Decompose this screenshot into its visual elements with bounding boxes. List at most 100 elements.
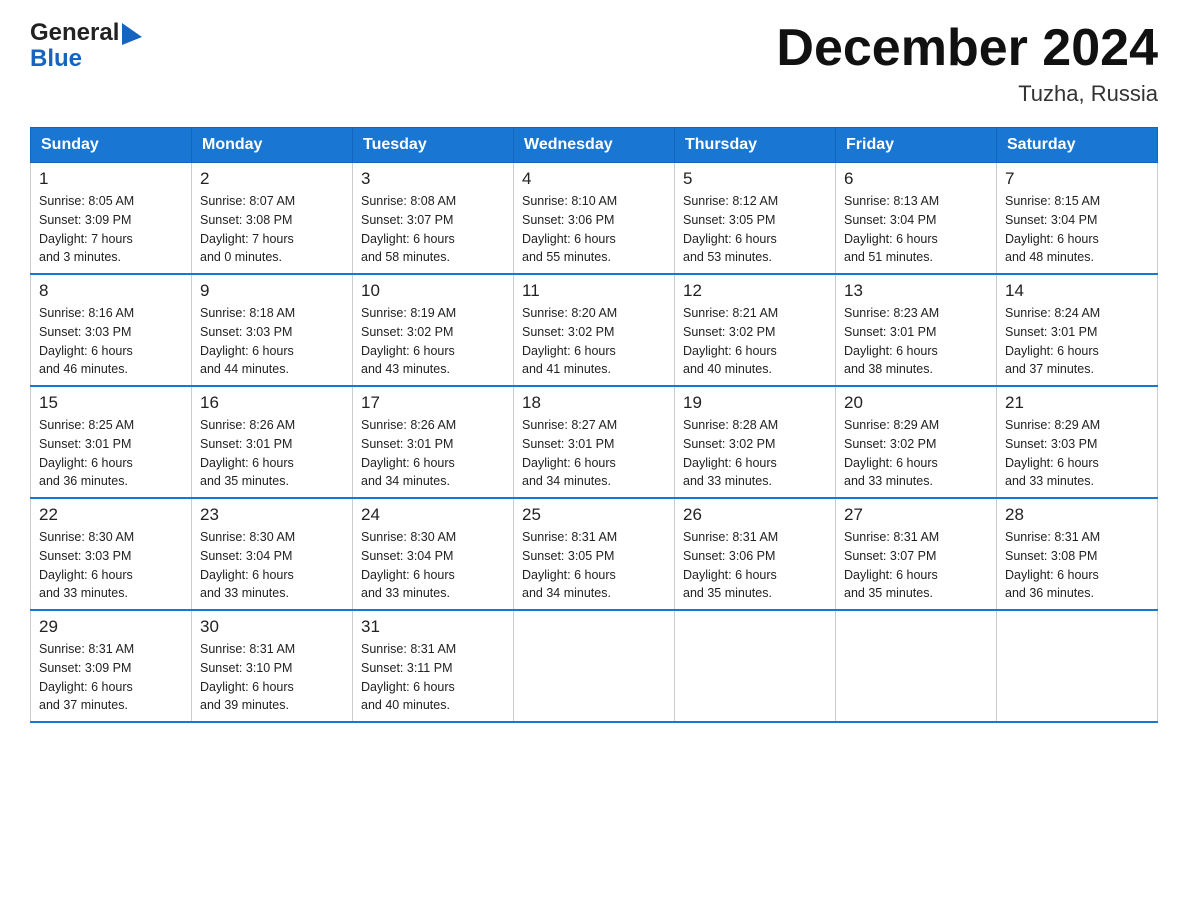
logo-triangle-icon [122, 23, 144, 45]
day-number: 30 [200, 617, 344, 637]
day-info: Sunrise: 8:31 AM Sunset: 3:07 PM Dayligh… [844, 528, 988, 603]
empty-cell [836, 610, 997, 722]
day-info: Sunrise: 8:23 AM Sunset: 3:01 PM Dayligh… [844, 304, 988, 379]
week-row-1: 1 Sunrise: 8:05 AM Sunset: 3:09 PM Daylig… [31, 163, 1158, 275]
day-cell-17: 17 Sunrise: 8:26 AM Sunset: 3:01 PM Dayli… [353, 386, 514, 498]
day-cell-3: 3 Sunrise: 8:08 AM Sunset: 3:07 PM Daylig… [353, 163, 514, 275]
day-info: Sunrise: 8:31 AM Sunset: 3:11 PM Dayligh… [361, 640, 505, 715]
day-number: 4 [522, 169, 666, 189]
week-row-3: 15Sunrise: 8:25 AM Sunset: 3:01 PM Dayli… [31, 386, 1158, 498]
header-friday: Friday [836, 128, 997, 163]
day-cell-14: 14Sunrise: 8:24 AM Sunset: 3:01 PM Dayli… [997, 274, 1158, 386]
day-cell-30: 30 Sunrise: 8:31 AM Sunset: 3:10 PM Dayli… [192, 610, 353, 722]
day-number: 10 [361, 281, 505, 301]
day-cell-25: 25 Sunrise: 8:31 AM Sunset: 3:05 PM Dayli… [514, 498, 675, 610]
day-cell-5: 5 Sunrise: 8:12 AM Sunset: 3:05 PM Daylig… [675, 163, 836, 275]
day-info: Sunrise: 8:30 AM Sunset: 3:04 PM Dayligh… [200, 528, 344, 603]
day-number: 24 [361, 505, 505, 525]
day-cell-15: 15Sunrise: 8:25 AM Sunset: 3:01 PM Dayli… [31, 386, 192, 498]
calendar-table: SundayMondayTuesdayWednesdayThursdayFrid… [30, 127, 1158, 723]
day-info: Sunrise: 8:31 AM Sunset: 3:10 PM Dayligh… [200, 640, 344, 715]
day-info: Sunrise: 8:13 AM Sunset: 3:04 PM Dayligh… [844, 192, 988, 267]
day-cell-23: 23 Sunrise: 8:30 AM Sunset: 3:04 PM Dayli… [192, 498, 353, 610]
day-info: Sunrise: 8:15 AM Sunset: 3:04 PM Dayligh… [1005, 192, 1149, 267]
day-info: Sunrise: 8:07 AM Sunset: 3:08 PM Dayligh… [200, 192, 344, 267]
header-sunday: Sunday [31, 128, 192, 163]
day-number: 16 [200, 393, 344, 413]
week-row-5: 29Sunrise: 8:31 AM Sunset: 3:09 PM Dayli… [31, 610, 1158, 722]
day-cell-6: 6Sunrise: 8:13 AM Sunset: 3:04 PM Daylig… [836, 163, 997, 275]
day-number: 21 [1005, 393, 1149, 413]
logo-line1: General [30, 20, 119, 46]
day-info: Sunrise: 8:05 AM Sunset: 3:09 PM Dayligh… [39, 192, 183, 267]
week-row-4: 22 Sunrise: 8:30 AM Sunset: 3:03 PM Dayli… [31, 498, 1158, 610]
day-info: Sunrise: 8:20 AM Sunset: 3:02 PM Dayligh… [522, 304, 666, 379]
day-cell-8: 8 Sunrise: 8:16 AM Sunset: 3:03 PM Daylig… [31, 274, 192, 386]
day-cell-31: 31 Sunrise: 8:31 AM Sunset: 3:11 PM Dayli… [353, 610, 514, 722]
day-number: 14 [1005, 281, 1149, 301]
day-cell-26: 26 Sunrise: 8:31 AM Sunset: 3:06 PM Dayli… [675, 498, 836, 610]
day-number: 2 [200, 169, 344, 189]
day-number: 7 [1005, 169, 1149, 189]
day-cell-19: 19 Sunrise: 8:28 AM Sunset: 3:02 PM Dayli… [675, 386, 836, 498]
empty-cell [514, 610, 675, 722]
day-number: 22 [39, 505, 183, 525]
day-number: 23 [200, 505, 344, 525]
day-info: Sunrise: 8:29 AM Sunset: 3:03 PM Dayligh… [1005, 416, 1149, 491]
logo: General Blue [30, 20, 144, 73]
day-number: 12 [683, 281, 827, 301]
day-number: 8 [39, 281, 183, 301]
day-info: Sunrise: 8:26 AM Sunset: 3:01 PM Dayligh… [361, 416, 505, 491]
location: Tuzha, Russia [776, 81, 1158, 107]
day-info: Sunrise: 8:12 AM Sunset: 3:05 PM Dayligh… [683, 192, 827, 267]
day-info: Sunrise: 8:31 AM Sunset: 3:05 PM Dayligh… [522, 528, 666, 603]
day-cell-21: 21 Sunrise: 8:29 AM Sunset: 3:03 PM Dayli… [997, 386, 1158, 498]
day-info: Sunrise: 8:10 AM Sunset: 3:06 PM Dayligh… [522, 192, 666, 267]
day-cell-22: 22 Sunrise: 8:30 AM Sunset: 3:03 PM Dayli… [31, 498, 192, 610]
day-cell-18: 18Sunrise: 8:27 AM Sunset: 3:01 PM Dayli… [514, 386, 675, 498]
day-cell-24: 24 Sunrise: 8:30 AM Sunset: 3:04 PM Dayli… [353, 498, 514, 610]
day-info: Sunrise: 8:30 AM Sunset: 3:03 PM Dayligh… [39, 528, 183, 603]
day-info: Sunrise: 8:26 AM Sunset: 3:01 PM Dayligh… [200, 416, 344, 491]
day-cell-4: 4 Sunrise: 8:10 AM Sunset: 3:06 PM Daylig… [514, 163, 675, 275]
day-number: 5 [683, 169, 827, 189]
day-info: Sunrise: 8:29 AM Sunset: 3:02 PM Dayligh… [844, 416, 988, 491]
day-cell-11: 11Sunrise: 8:20 AM Sunset: 3:02 PM Dayli… [514, 274, 675, 386]
day-info: Sunrise: 8:08 AM Sunset: 3:07 PM Dayligh… [361, 192, 505, 267]
day-info: Sunrise: 8:30 AM Sunset: 3:04 PM Dayligh… [361, 528, 505, 603]
day-number: 31 [361, 617, 505, 637]
day-number: 17 [361, 393, 505, 413]
day-cell-13: 13Sunrise: 8:23 AM Sunset: 3:01 PM Dayli… [836, 274, 997, 386]
day-cell-27: 27Sunrise: 8:31 AM Sunset: 3:07 PM Dayli… [836, 498, 997, 610]
header-row: SundayMondayTuesdayWednesdayThursdayFrid… [31, 128, 1158, 163]
day-cell-12: 12 Sunrise: 8:21 AM Sunset: 3:02 PM Dayli… [675, 274, 836, 386]
day-number: 25 [522, 505, 666, 525]
day-cell-1: 1 Sunrise: 8:05 AM Sunset: 3:09 PM Daylig… [31, 163, 192, 275]
day-info: Sunrise: 8:27 AM Sunset: 3:01 PM Dayligh… [522, 416, 666, 491]
day-number: 20 [844, 393, 988, 413]
day-info: Sunrise: 8:28 AM Sunset: 3:02 PM Dayligh… [683, 416, 827, 491]
page-header: General Blue December 2024 Tuzha, Russia [30, 20, 1158, 107]
day-info: Sunrise: 8:19 AM Sunset: 3:02 PM Dayligh… [361, 304, 505, 379]
day-number: 26 [683, 505, 827, 525]
day-info: Sunrise: 8:31 AM Sunset: 3:06 PM Dayligh… [683, 528, 827, 603]
day-number: 9 [200, 281, 344, 301]
day-info: Sunrise: 8:25 AM Sunset: 3:01 PM Dayligh… [39, 416, 183, 491]
empty-cell [997, 610, 1158, 722]
header-saturday: Saturday [997, 128, 1158, 163]
day-cell-7: 7 Sunrise: 8:15 AM Sunset: 3:04 PM Daylig… [997, 163, 1158, 275]
day-cell-29: 29Sunrise: 8:31 AM Sunset: 3:09 PM Dayli… [31, 610, 192, 722]
day-info: Sunrise: 8:16 AM Sunset: 3:03 PM Dayligh… [39, 304, 183, 379]
header-thursday: Thursday [675, 128, 836, 163]
day-cell-16: 16 Sunrise: 8:26 AM Sunset: 3:01 PM Dayli… [192, 386, 353, 498]
day-number: 19 [683, 393, 827, 413]
day-info: Sunrise: 8:21 AM Sunset: 3:02 PM Dayligh… [683, 304, 827, 379]
header-monday: Monday [192, 128, 353, 163]
day-cell-28: 28Sunrise: 8:31 AM Sunset: 3:08 PM Dayli… [997, 498, 1158, 610]
week-row-2: 8 Sunrise: 8:16 AM Sunset: 3:03 PM Daylig… [31, 274, 1158, 386]
day-cell-10: 10 Sunrise: 8:19 AM Sunset: 3:02 PM Dayli… [353, 274, 514, 386]
day-cell-2: 2 Sunrise: 8:07 AM Sunset: 3:08 PM Daylig… [192, 163, 353, 275]
day-number: 1 [39, 169, 183, 189]
title-area: December 2024 Tuzha, Russia [776, 20, 1158, 107]
day-number: 3 [361, 169, 505, 189]
